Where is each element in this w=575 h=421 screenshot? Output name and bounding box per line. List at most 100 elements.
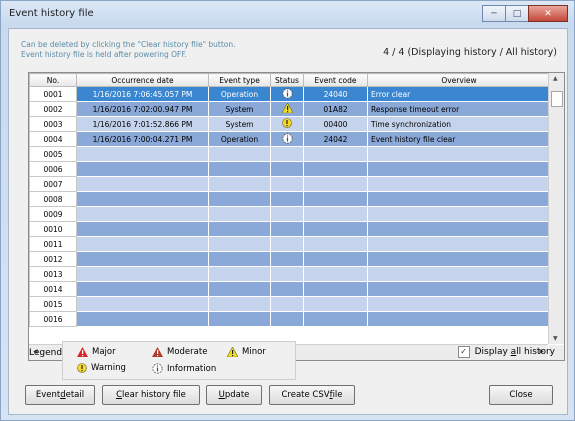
event-history-window: Event history file ─ □ ✕ Can be deleted … (0, 0, 575, 421)
legend-major: Major (77, 347, 116, 357)
clear-history-file-button[interactable]: Clear history file (102, 385, 200, 405)
cell-occurrence-date (76, 311, 209, 327)
close-button[interactable]: Close (489, 385, 553, 405)
cell-event-code: 24040 (303, 86, 368, 102)
cell-event-type (208, 161, 271, 177)
scroll-down-icon[interactable]: ▼ (553, 335, 558, 342)
cell-status (270, 131, 304, 147)
vertical-scrollbar[interactable]: ▲ ▼ (548, 73, 564, 344)
cell-status (270, 251, 304, 267)
table-row[interactable]: 0012 (29, 251, 551, 267)
cell-occurrence-date (76, 251, 209, 267)
close-window-button[interactable]: ✕ (528, 5, 568, 22)
cell-event-code (303, 206, 368, 222)
update-button[interactable]: Update (206, 385, 262, 405)
cell-status (270, 281, 304, 297)
table-row[interactable]: 0013 (29, 266, 551, 282)
cell-status (270, 191, 304, 207)
cell-event-code (303, 161, 368, 177)
cell-no: 0015 (29, 296, 77, 312)
scroll-up-icon[interactable]: ▲ (553, 75, 558, 82)
cell-event-code (303, 176, 368, 192)
info-line-held: Event history file is held after powerin… (21, 50, 187, 59)
cell-overview (367, 206, 551, 222)
cell-event-type (208, 311, 271, 327)
cell-status (270, 311, 304, 327)
display-all-history-checkbox[interactable]: ✓ Display all history (457, 346, 555, 358)
cell-status (270, 161, 304, 177)
table-row[interactable]: 0015 (29, 296, 551, 312)
cell-occurrence-date (76, 206, 209, 222)
information-icon (281, 132, 293, 146)
column-header-date[interactable]: Occurrence date (76, 73, 209, 87)
cell-event-type: Operation (208, 131, 271, 147)
legend-box: Major Moderate Minor Warning Information (62, 341, 296, 380)
cell-status (270, 176, 304, 192)
table-row[interactable]: 0016 (29, 311, 551, 327)
cell-no: 0002 (29, 101, 77, 117)
cell-event-type (208, 296, 271, 312)
column-header-code[interactable]: Event code (303, 73, 368, 87)
table-row[interactable]: 0006 (29, 161, 551, 177)
history-count: 4 / 4 (Displaying history / All history) (383, 47, 557, 58)
window-controls: ─ □ ✕ (482, 5, 568, 22)
table-row[interactable]: 0002 1/16/2016 7:02:00.947 PM System 01A82 R… (29, 101, 551, 117)
minimize-icon: ─ (491, 8, 497, 19)
check-icon[interactable]: ✓ (457, 346, 470, 358)
cell-occurrence-date (76, 296, 209, 312)
cell-event-type (208, 281, 271, 297)
cell-event-code (303, 221, 368, 237)
cell-event-type (208, 176, 271, 192)
info-line-clear: Can be deleted by clicking the "Clear hi… (21, 40, 236, 49)
cell-status (270, 101, 304, 117)
title-bar: Event history file ─ □ ✕ (1, 1, 574, 27)
cell-status (270, 146, 304, 162)
cell-overview: Time synchronization (367, 116, 551, 132)
cell-occurrence-date (76, 176, 209, 192)
create-csv-file-button[interactable]: Create CSV f ile (269, 385, 355, 405)
table-row[interactable]: 0007 (29, 176, 551, 192)
cell-event-code (303, 311, 368, 327)
cell-overview: Response timeout error (367, 101, 551, 117)
column-header-type[interactable]: Event type (208, 73, 271, 87)
table-row[interactable]: 0008 (29, 191, 551, 207)
minimize-button[interactable]: ─ (482, 5, 506, 22)
cell-event-type (208, 266, 271, 282)
cell-status (270, 296, 304, 312)
info-text: Can be deleted by clicking the "Clear hi… (21, 40, 236, 60)
cell-occurrence-date (76, 281, 209, 297)
cell-overview (367, 251, 551, 267)
cell-overview (367, 236, 551, 252)
table-row[interactable]: 0011 (29, 236, 551, 252)
maximize-button[interactable]: □ (505, 5, 529, 22)
table-row[interactable]: 0005 (29, 146, 551, 162)
cell-event-type (208, 236, 271, 252)
cell-event-code (303, 191, 368, 207)
table-row[interactable]: 0004 1/16/2016 7:00:04.271 PM Operation 240… (29, 131, 551, 147)
table-row[interactable]: 0010 (29, 221, 551, 237)
cell-no: 0004 (29, 131, 77, 147)
table-row[interactable]: 0014 (29, 281, 551, 297)
table-row[interactable]: 0003 1/16/2016 7:01:52.866 PM System 00400 T… (29, 116, 551, 132)
legend-information-label: Information (167, 363, 217, 374)
table-row[interactable]: 0009 (29, 206, 551, 222)
column-header-status[interactable]: Status (270, 73, 304, 87)
cell-event-code (303, 281, 368, 297)
cell-event-type (208, 221, 271, 237)
scroll-thumb[interactable] (551, 91, 563, 107)
minor-icon (227, 347, 238, 357)
event-history-table[interactable]: No. Occurrence date Event type Status Ev… (28, 72, 565, 361)
column-header-overview[interactable]: Overview (367, 73, 551, 87)
cell-event-code (303, 146, 368, 162)
cell-no: 0003 (29, 116, 77, 132)
dialog-body: Can be deleted by clicking the "Clear hi… (8, 28, 568, 415)
column-header-no[interactable]: No. (29, 73, 77, 87)
table-row[interactable]: 0001 1/16/2016 7:06:45.057 PM Operation 240… (29, 86, 551, 102)
cell-event-code: 01A82 (303, 101, 368, 117)
cell-no: 0005 (29, 146, 77, 162)
cell-overview (367, 221, 551, 237)
window-title: Event history file (9, 8, 94, 19)
moderate-icon (152, 347, 163, 357)
cell-no: 0010 (29, 221, 77, 237)
event-detail-button[interactable]: Event d etail (25, 385, 95, 405)
